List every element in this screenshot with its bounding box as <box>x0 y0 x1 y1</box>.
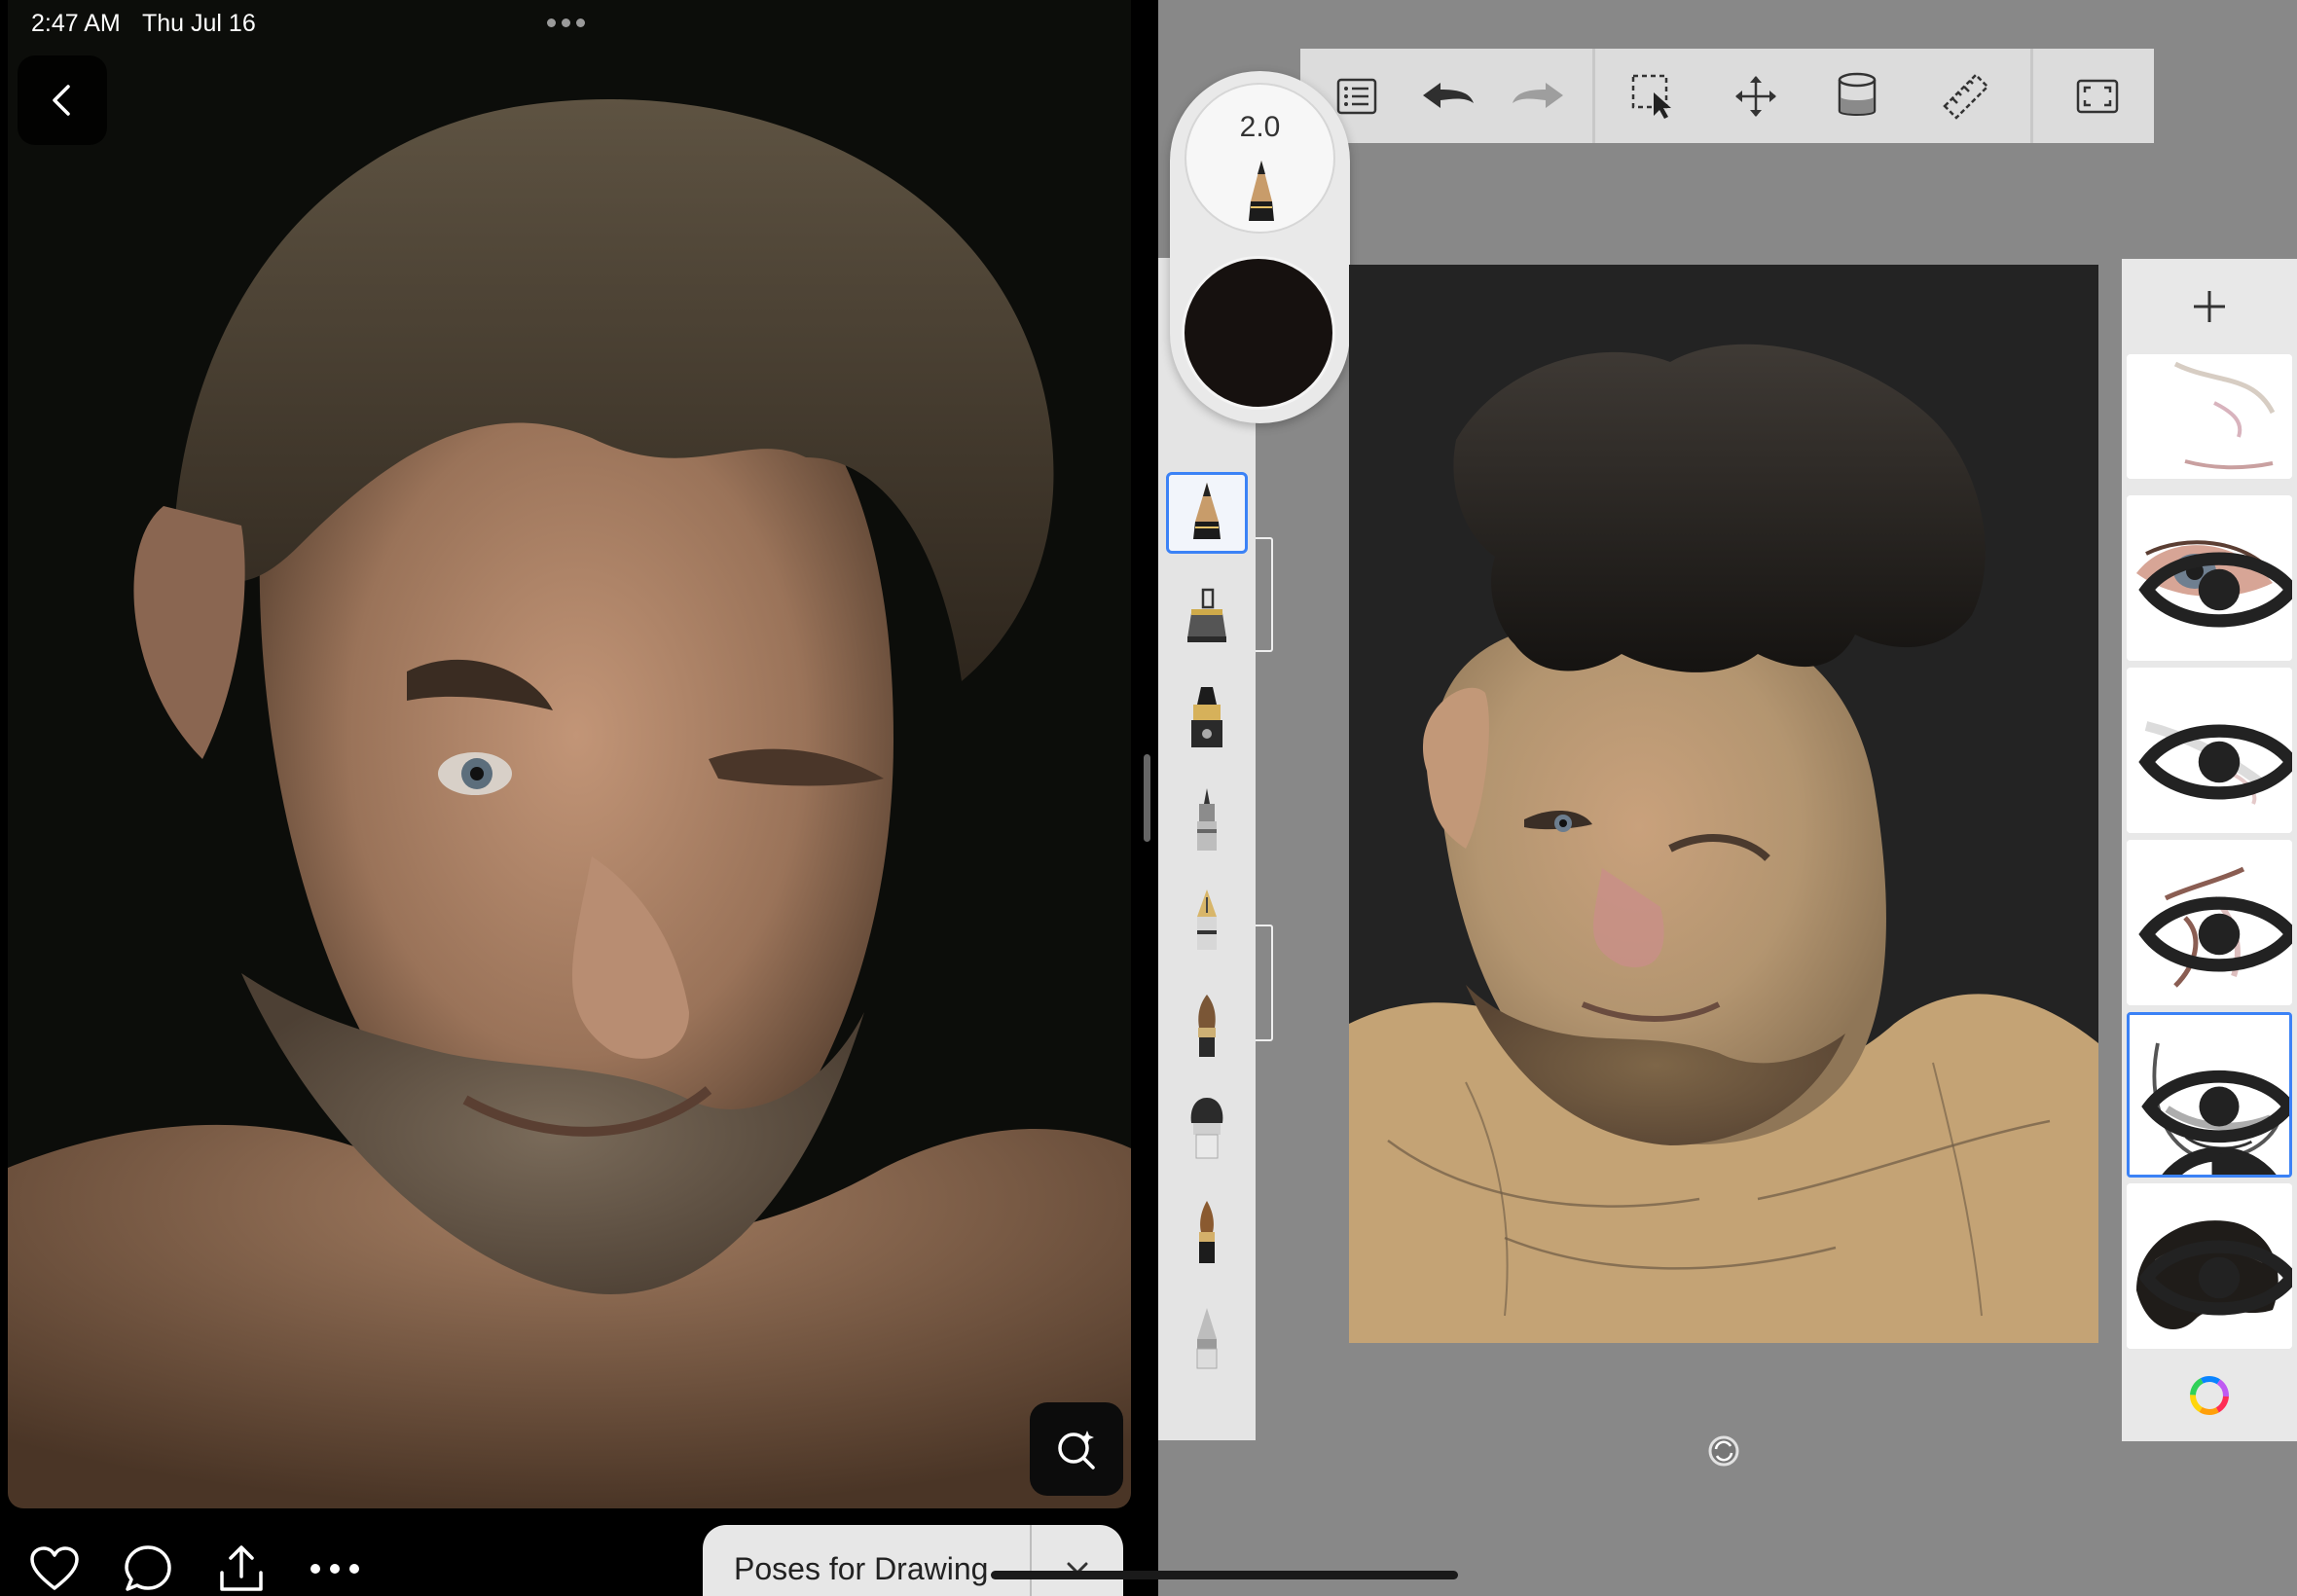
brush-size-value: 2.0 <box>1239 111 1281 143</box>
visibility-eye-icon[interactable] <box>2136 679 2292 833</box>
layer-thumbnail-nose[interactable] <box>2127 668 2292 833</box>
current-color-swatch[interactable] <box>1182 256 1335 410</box>
sketch-app: 2.0 <box>1158 0 2297 1596</box>
layer-blend-icon[interactable] <box>2139 1140 2292 1178</box>
visibility-eye-icon[interactable] <box>2136 1195 2292 1349</box>
status-time: 2:47 AM <box>31 10 121 37</box>
fullscreen-icon[interactable] <box>2059 49 2136 143</box>
status-date: Thu Jul 16 <box>142 10 256 37</box>
layer-thumbnail-beard[interactable] <box>2127 1012 2292 1178</box>
airbrush-brush[interactable] <box>1166 574 1248 656</box>
brush-size-control[interactable]: 2.0 <box>1185 83 1335 234</box>
brush-group-bracket <box>1256 925 1273 1041</box>
layer-thumbnail-cheek[interactable] <box>2127 840 2292 1005</box>
toolbar <box>1300 49 2154 143</box>
redo-icon[interactable] <box>1499 49 1577 143</box>
visual-search-button[interactable] <box>1030 1402 1123 1496</box>
undo-icon[interactable] <box>1409 49 1487 143</box>
toolbar-separator <box>2030 49 2033 143</box>
photo-viewer-app: Poses for Drawing <box>0 0 1145 1596</box>
eraser-brush[interactable] <box>1166 1297 1248 1379</box>
ruler-icon[interactable] <box>1927 49 2005 143</box>
layer-thumbnail-lips[interactable] <box>2127 354 2292 479</box>
paint-brush[interactable] <box>1166 986 1248 1068</box>
drawing-canvas[interactable] <box>1349 265 2098 1343</box>
add-layer-button[interactable] <box>2122 259 2297 354</box>
visibility-eye-icon[interactable] <box>2136 852 2292 1005</box>
home-indicator[interactable] <box>991 1571 1458 1579</box>
selection-icon[interactable] <box>1615 49 1693 143</box>
layer-thumbnail-hair[interactable] <box>2127 1183 2292 1349</box>
back-button[interactable] <box>18 55 107 145</box>
toolbar-separator <box>1592 49 1595 143</box>
share-icon[interactable] <box>214 1542 269 1596</box>
color-wheel-icon <box>2190 1375 2229 1415</box>
more-icon[interactable] <box>308 1542 362 1596</box>
paintbrush-dark-brush[interactable] <box>1166 1192 1248 1274</box>
board-picker[interactable]: Poses for Drawing <box>703 1525 1123 1596</box>
comment-icon[interactable] <box>121 1542 175 1596</box>
heart-icon[interactable] <box>27 1542 82 1596</box>
marker-brush[interactable] <box>1166 678 1248 760</box>
pencil-brush[interactable] <box>1166 472 1248 554</box>
brush-puck[interactable]: 2.0 <box>1170 71 1350 423</box>
fountain-pen-brush[interactable] <box>1166 881 1248 962</box>
board-name: Poses for Drawing <box>734 1550 989 1586</box>
brush-library <box>1158 258 1256 1440</box>
board-divider <box>1030 1525 1032 1596</box>
pencil-icon <box>1249 161 1274 221</box>
layer-thumbnail-eye[interactable] <box>2127 495 2292 661</box>
split-view-divider[interactable] <box>1144 754 1150 842</box>
plus-icon <box>2194 291 2225 322</box>
chevron-left-icon <box>53 85 70 116</box>
reference-photo[interactable] <box>8 0 1131 1508</box>
brush-group-bracket <box>1256 537 1273 652</box>
pin-actions <box>27 1542 362 1596</box>
transform-icon[interactable] <box>1717 49 1795 143</box>
visibility-eye-icon[interactable] <box>2136 507 2292 661</box>
layers-panel <box>2122 259 2297 1441</box>
multitasking-menu-left[interactable] <box>547 18 585 27</box>
visual-search-icon <box>1058 1431 1095 1469</box>
ink-pen-brush[interactable] <box>1166 780 1248 861</box>
canvas-rotate-handle[interactable] <box>1707 1434 1740 1468</box>
smudge-brush[interactable] <box>1166 1087 1248 1169</box>
color-editor-button[interactable] <box>2122 1349 2297 1441</box>
fill-icon[interactable] <box>1818 49 1896 143</box>
